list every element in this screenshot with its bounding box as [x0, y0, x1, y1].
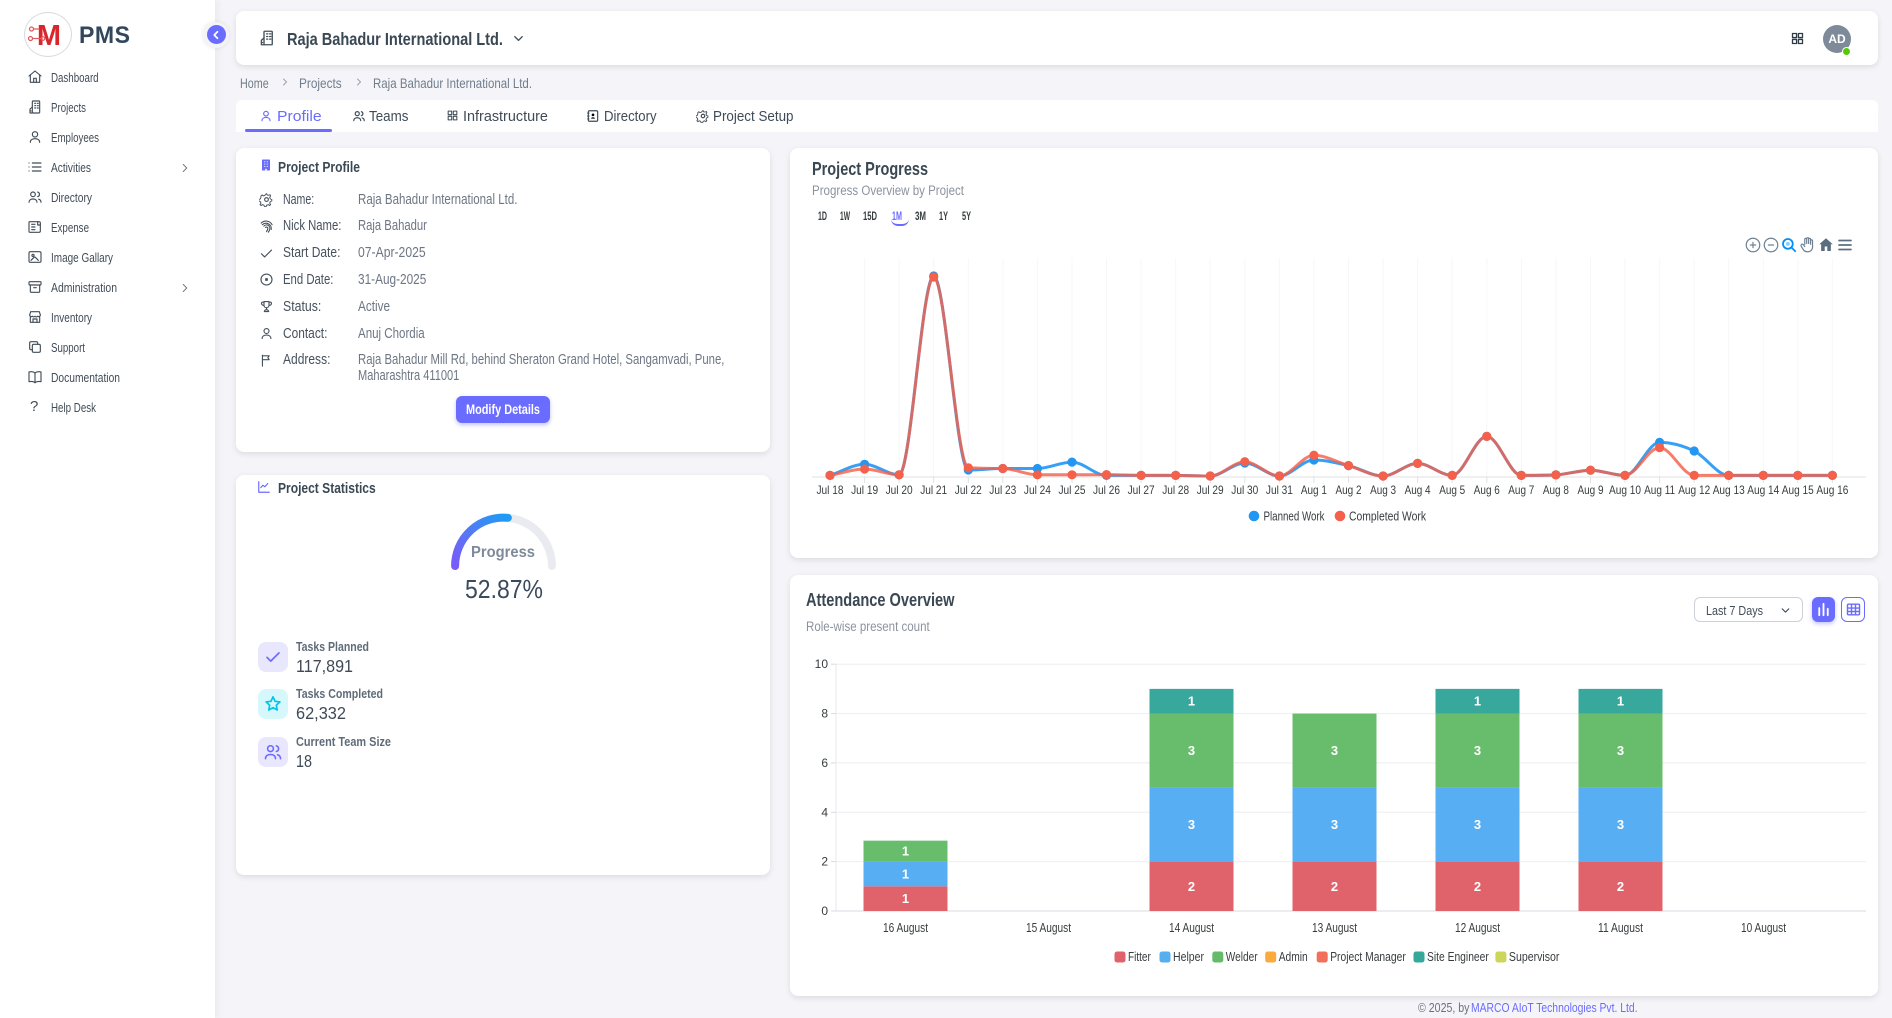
svg-text:14 August: 14 August	[1169, 920, 1214, 935]
svg-text:Jul 18: Jul 18	[817, 483, 844, 497]
svg-text:Jul 31: Jul 31	[1266, 483, 1293, 497]
svg-text:1: 1	[1188, 694, 1195, 709]
svg-text:Aug 15: Aug 15	[1782, 483, 1814, 497]
svg-text:4: 4	[821, 805, 828, 819]
svg-text:13 August: 13 August	[1312, 920, 1357, 935]
svg-text:1: 1	[902, 867, 909, 882]
svg-text:0: 0	[821, 904, 828, 918]
svg-text:12 August: 12 August	[1455, 920, 1500, 935]
svg-text:Jul 26: Jul 26	[1093, 483, 1120, 497]
svg-text:Jul 22: Jul 22	[955, 483, 982, 497]
svg-text:Site Engineer: Site Engineer	[1427, 950, 1489, 964]
svg-text:11 August: 11 August	[1598, 920, 1643, 935]
svg-text:Aug 5: Aug 5	[1439, 483, 1465, 497]
svg-text:Jul 25: Jul 25	[1059, 483, 1086, 497]
svg-text:Aug 10: Aug 10	[1609, 483, 1641, 497]
svg-text:Aug 4: Aug 4	[1405, 483, 1431, 497]
svg-text:Aug 1: Aug 1	[1301, 483, 1327, 497]
svg-text:15 August: 15 August	[1026, 920, 1071, 935]
svg-text:Admin: Admin	[1279, 950, 1308, 964]
svg-text:Jul 21: Jul 21	[920, 483, 947, 497]
svg-text:Aug 14: Aug 14	[1747, 483, 1779, 497]
svg-text:Aug 13: Aug 13	[1713, 483, 1745, 497]
svg-text:1: 1	[1617, 694, 1624, 709]
svg-text:Aug 6: Aug 6	[1474, 483, 1500, 497]
svg-text:Helper: Helper	[1173, 950, 1204, 964]
svg-text:2: 2	[821, 855, 828, 869]
svg-text:Aug 12: Aug 12	[1678, 483, 1710, 497]
svg-text:Jul 19: Jul 19	[851, 483, 878, 497]
svg-text:3: 3	[1331, 743, 1338, 758]
svg-text:3: 3	[1474, 743, 1481, 758]
svg-text:3: 3	[1617, 743, 1624, 758]
svg-text:2: 2	[1617, 879, 1624, 894]
svg-text:Aug 11: Aug 11	[1644, 483, 1675, 497]
svg-text:Jul 23: Jul 23	[989, 483, 1016, 497]
svg-text:10: 10	[815, 657, 829, 671]
svg-text:3: 3	[1188, 817, 1195, 832]
svg-text:Jul 24: Jul 24	[1024, 483, 1051, 497]
svg-text:Jul 30: Jul 30	[1231, 483, 1258, 497]
svg-text:2: 2	[1474, 879, 1481, 894]
svg-text:Jul 29: Jul 29	[1197, 483, 1224, 497]
svg-text:Aug 9: Aug 9	[1578, 483, 1604, 497]
svg-text:Fitter: Fitter	[1128, 950, 1151, 964]
svg-text:1: 1	[1474, 694, 1481, 709]
svg-text:M: M	[37, 20, 61, 52]
svg-text:Completed Work: Completed Work	[1349, 509, 1426, 524]
svg-text:Jul 20: Jul 20	[886, 483, 913, 497]
svg-text:Aug 8: Aug 8	[1543, 483, 1569, 497]
svg-text:2: 2	[1331, 879, 1338, 894]
svg-text:6: 6	[821, 756, 828, 770]
svg-text:Supervisor: Supervisor	[1509, 950, 1560, 964]
svg-text:Aug 7: Aug 7	[1508, 483, 1534, 497]
svg-text:Jul 28: Jul 28	[1162, 483, 1189, 497]
svg-text:Aug 2: Aug 2	[1336, 483, 1362, 497]
svg-text:1: 1	[902, 891, 909, 906]
svg-text:3: 3	[1474, 817, 1481, 832]
svg-text:Project Manager: Project Manager	[1330, 950, 1406, 964]
svg-text:3: 3	[1331, 817, 1338, 832]
svg-text:3: 3	[1617, 817, 1624, 832]
svg-text:16 August: 16 August	[883, 920, 928, 935]
svg-text:2: 2	[1188, 879, 1195, 894]
svg-text:Aug 3: Aug 3	[1370, 483, 1396, 497]
svg-text:8: 8	[821, 707, 828, 721]
svg-text:10 August: 10 August	[1741, 920, 1786, 935]
svg-text:3: 3	[1188, 743, 1195, 758]
svg-text:Jul 27: Jul 27	[1128, 483, 1155, 497]
svg-text:1: 1	[902, 844, 909, 859]
svg-text:Planned Work: Planned Work	[1264, 509, 1325, 524]
svg-text:Aug 16: Aug 16	[1816, 483, 1848, 497]
svg-text:Welder: Welder	[1226, 950, 1258, 964]
